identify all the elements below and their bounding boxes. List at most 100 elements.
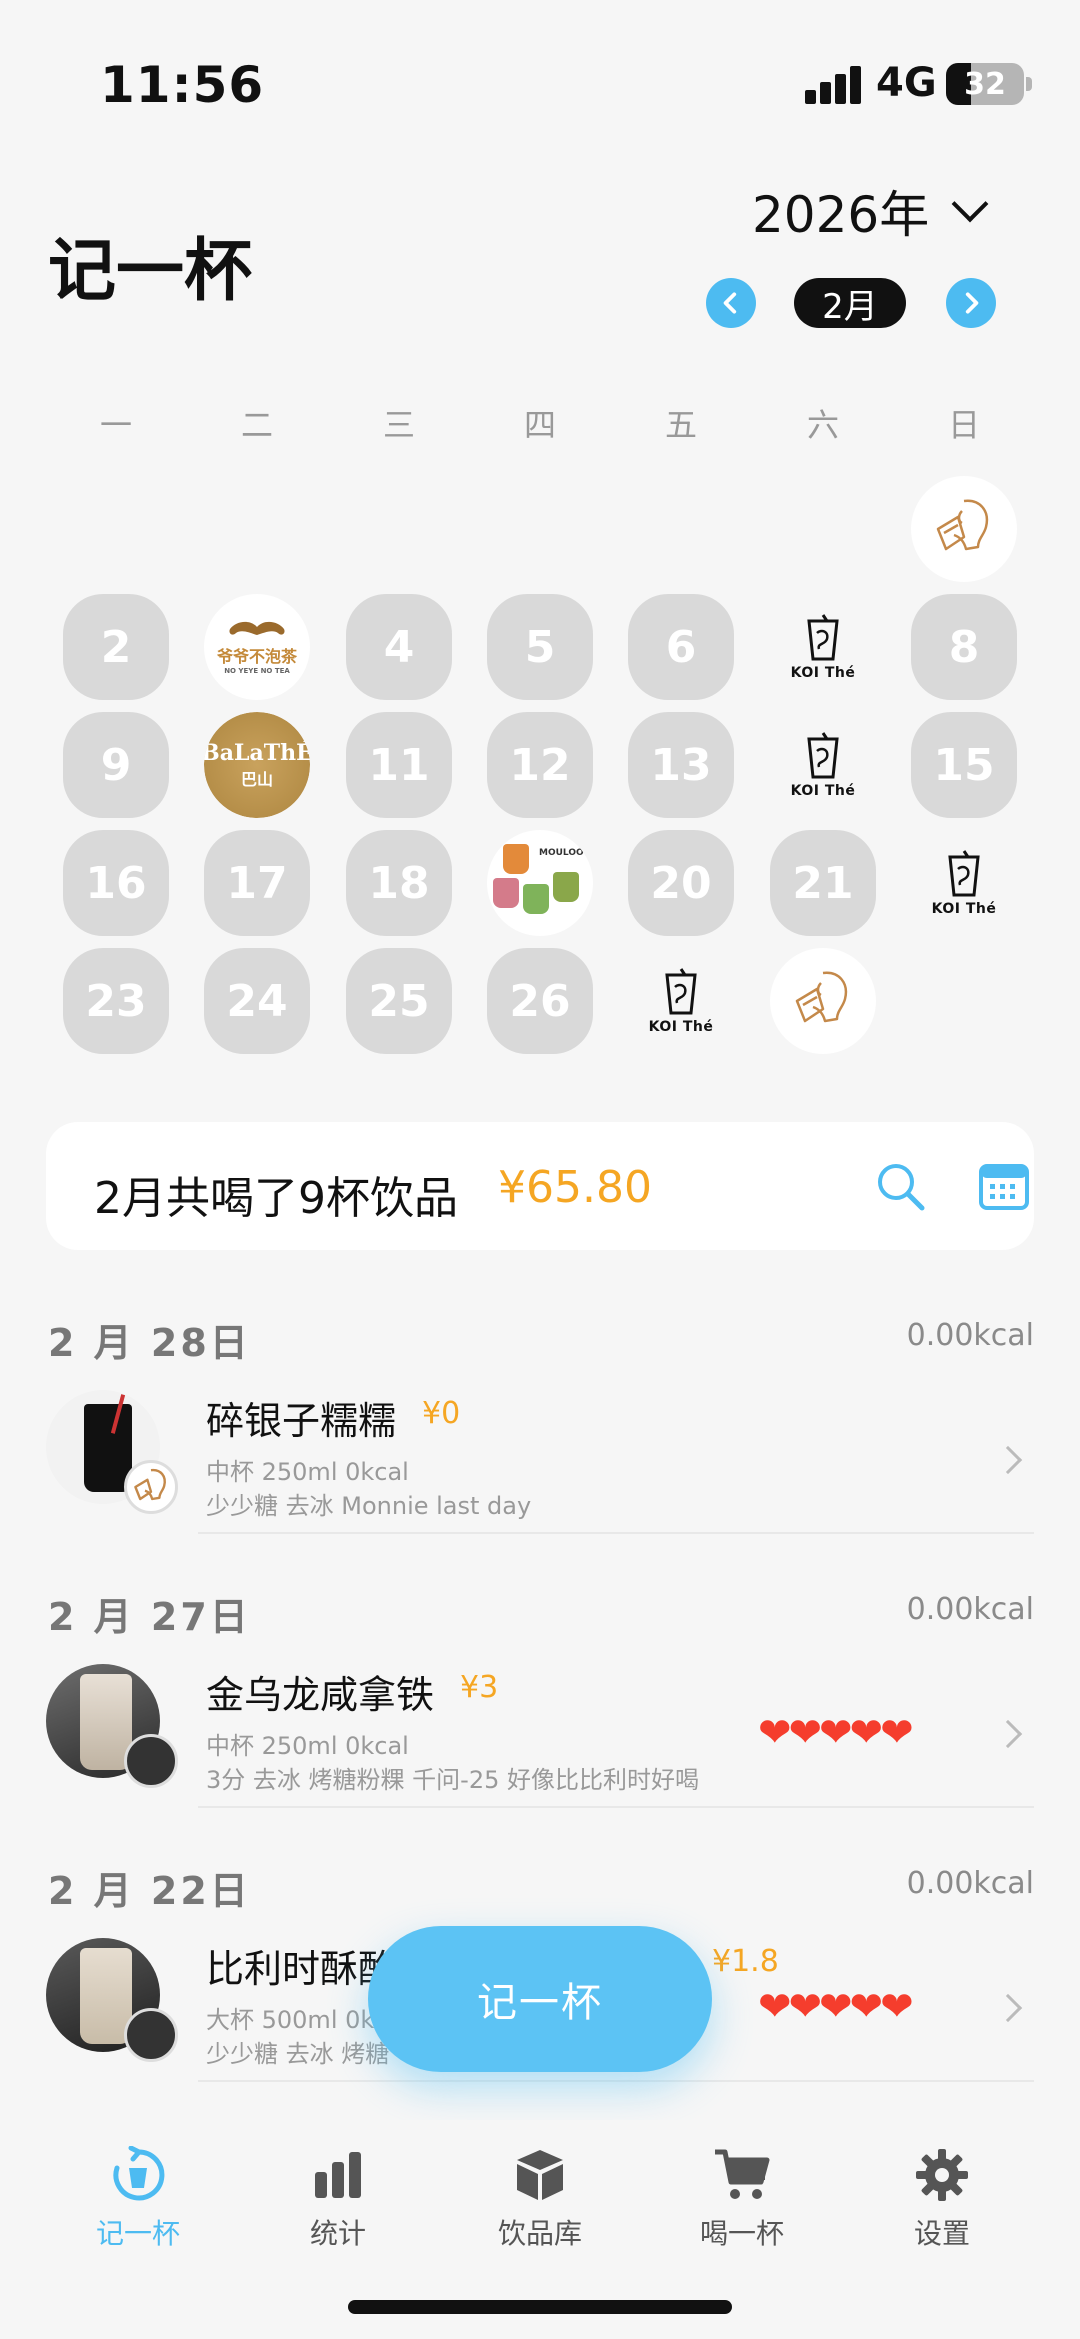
calendar-day[interactable]: 15 — [911, 712, 1017, 818]
cup-shape — [553, 872, 579, 902]
calendar-day-7[interactable]: KOI Thé — [770, 594, 876, 700]
calendar-day[interactable]: 21 — [770, 830, 876, 936]
signal-icon — [805, 64, 865, 104]
calendar-day[interactable]: 2 — [63, 594, 169, 700]
home-indicator — [348, 2300, 732, 2314]
drink-name: 碎银子糯糯 — [206, 1399, 397, 1443]
calendar-day[interactable]: 6 — [628, 594, 734, 700]
calendar-day-22[interactable]: KOI Thé — [911, 830, 1017, 936]
tab-stats[interactable]: 统计 — [258, 2146, 418, 2252]
tab-label: 统计 — [309, 2217, 366, 2250]
yeye-logo-text: 爷爷不泡茶 — [216, 647, 297, 666]
chevron-right-icon — [993, 1719, 1023, 1749]
tab-record[interactable]: 记一杯 — [58, 2146, 218, 2252]
drink-options: 少少糖 去冰 烤糖 — [206, 2040, 390, 2068]
calendar-day[interactable]: 8 — [911, 594, 1017, 700]
calendar-day[interactable]: 11 — [346, 712, 452, 818]
drink-size: 大杯 500ml 0k — [206, 2006, 375, 2034]
calendar-day-14[interactable]: KOI Thé — [770, 712, 876, 818]
rating-hearts: ❤❤❤❤❤ — [758, 1710, 914, 1756]
koi-cup-icon — [665, 968, 697, 1015]
calendar-day[interactable]: 25 — [346, 948, 452, 1054]
status-time: 11:56 — [100, 56, 265, 114]
weekday-wed: 三 — [382, 406, 415, 444]
chevron-down-icon — [951, 185, 989, 223]
tab-label: 饮品库 — [497, 2217, 582, 2250]
box-icon — [517, 2150, 563, 2200]
divider — [198, 2080, 1034, 2082]
calendar-day[interactable]: 26 — [487, 948, 593, 1054]
network-label: 4G — [876, 60, 937, 106]
koi-logo-text: KOI Thé — [648, 1019, 714, 1035]
koi-logo: KOI Thé — [649, 967, 714, 1035]
chevron-right-icon — [965, 292, 979, 314]
koi-logo: KOI Thé — [932, 849, 997, 917]
month-label[interactable]: 2月 — [794, 278, 906, 328]
tab-label: 喝一杯 — [699, 2217, 784, 2250]
gear-icon — [916, 2149, 968, 2201]
calendar-day[interactable]: 18 — [346, 830, 452, 936]
calendar-day[interactable]: 24 — [204, 948, 310, 1054]
calendar-day-19[interactable]: MOULOO — [487, 830, 593, 936]
koi-logo: KOI Thé — [791, 731, 856, 799]
calendar-day-28[interactable] — [770, 948, 876, 1054]
year-label: 2026年 — [752, 186, 930, 244]
weekday-tue: 二 — [240, 406, 273, 444]
weekday-header: 一 二 三 四 五 六 日 — [0, 400, 1080, 450]
koi-logo-text: KOI Thé — [931, 901, 997, 917]
date-kcal: 0.00kcal — [906, 1592, 1034, 1627]
balathe-logo-sub: 巴山 — [240, 770, 273, 789]
koi-cup-icon — [807, 614, 839, 661]
calendar-icon[interactable] — [978, 1160, 1030, 1212]
koi-logo: KOI Thé — [791, 613, 856, 681]
calendar-day-1[interactable] — [911, 476, 1017, 582]
bar-chart-icon — [315, 2152, 361, 2198]
drinking-person-icon — [795, 971, 848, 1023]
next-month-button[interactable] — [946, 278, 996, 328]
tab-library[interactable]: 饮品库 — [460, 2146, 620, 2252]
drink-name: 比利时酥酪 — [206, 1947, 397, 1991]
drink-entry[interactable]: 金乌龙咸拿铁 ¥3 中杯 250ml 0kcal 3分 去冰 烤糖粉粿 千问-2… — [0, 1654, 1080, 1814]
calendar-day[interactable]: 16 — [63, 830, 169, 936]
balathe-logo-text: BaLaThÉ — [204, 740, 310, 766]
date-header: 2 月 27日 — [48, 1595, 251, 1639]
tab-drink[interactable]: 喝一杯 — [662, 2146, 822, 2252]
calendar-day-10[interactable]: BaLaThÉ 巴山 — [204, 712, 310, 818]
calendar-day[interactable]: 17 — [204, 830, 310, 936]
year-selector[interactable]: 2026年 — [752, 175, 989, 247]
chevron-left-icon — [723, 292, 737, 314]
summary-amount: ¥65.80 — [498, 1162, 652, 1213]
battery-cap — [1026, 77, 1032, 91]
calendar-day[interactable]: 4 — [346, 594, 452, 700]
drinking-person-icon — [134, 1468, 166, 1501]
cup-shape — [503, 844, 529, 874]
page-title: 记一杯 — [48, 232, 253, 311]
mustache-icon — [229, 621, 285, 635]
date-kcal: 0.00kcal — [906, 1318, 1034, 1353]
calendar-day[interactable]: 13 — [628, 712, 734, 818]
chevron-right-icon — [993, 1445, 1023, 1475]
balathe-logo: BaLaThÉ 巴山 — [204, 712, 310, 818]
month-summary-card: 2月共喝了9杯饮品 ¥65.80 — [46, 1122, 1034, 1250]
weekday-sat: 六 — [806, 406, 839, 444]
weekday-sun: 日 — [947, 406, 980, 444]
add-drink-button[interactable]: 记一杯 — [368, 1926, 712, 2072]
calendar-day[interactable]: 5 — [487, 594, 593, 700]
drink-options: 少少糖 去冰 Monnie last day — [206, 1492, 532, 1520]
search-icon[interactable] — [874, 1160, 926, 1212]
tab-settings[interactable]: 设置 — [862, 2146, 1022, 2252]
calendar-day[interactable]: 12 — [487, 712, 593, 818]
calendar-day[interactable]: 9 — [63, 712, 169, 818]
date-kcal: 0.00kcal — [906, 1866, 1034, 1901]
prev-month-button[interactable] — [706, 278, 756, 328]
drink-entry[interactable]: 碎银子糯糯 ¥0 中杯 250ml 0kcal 少少糖 去冰 Monnie la… — [0, 1380, 1080, 1540]
drink-size: 中杯 250ml 0kcal — [206, 1732, 409, 1760]
calendar-day[interactable]: 23 — [63, 948, 169, 1054]
yeye-logo: 爷爷不泡茶 NO YEYE NO TEA — [217, 619, 297, 675]
calendar-day-27[interactable]: KOI Thé — [628, 948, 734, 1054]
calendar-day[interactable]: 20 — [628, 830, 734, 936]
drinking-person-icon — [936, 499, 989, 551]
mouloo-logo-text: MOULOO — [539, 848, 584, 858]
yeye-logo-sub: NO YEYE NO TEA — [224, 667, 290, 675]
calendar-day-3[interactable]: 爷爷不泡茶 NO YEYE NO TEA — [204, 594, 310, 700]
